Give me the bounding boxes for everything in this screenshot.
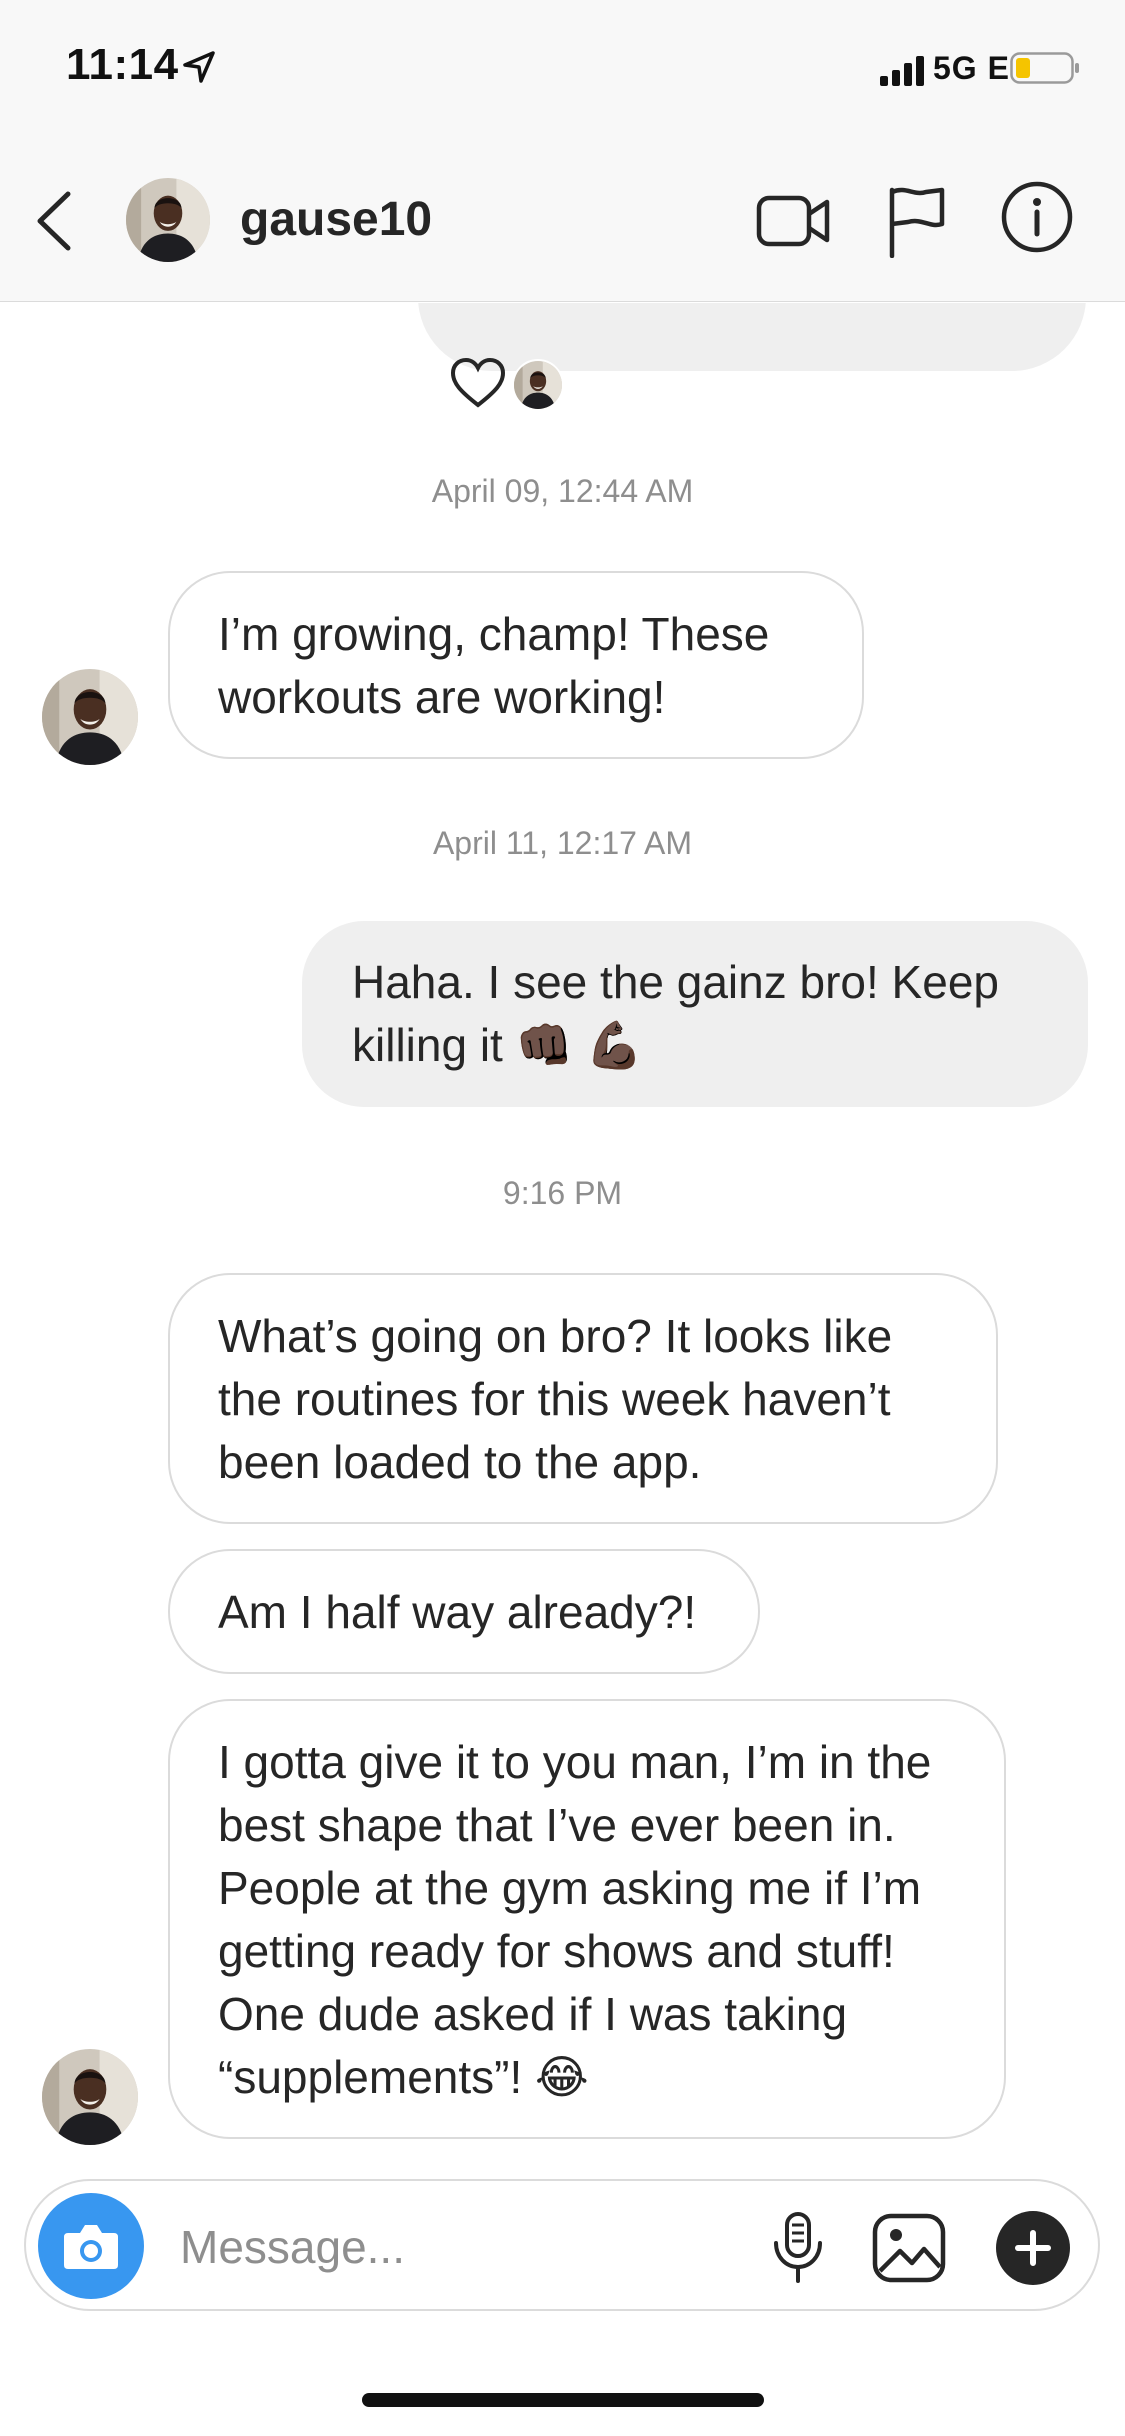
message-composer bbox=[24, 2179, 1100, 2311]
status-time: 11:14 bbox=[66, 40, 179, 89]
reaction-avatar bbox=[512, 359, 564, 411]
incoming-message[interactable]: Am I half way already?! bbox=[168, 1549, 760, 1674]
timestamp: 9:16 PM bbox=[502, 1175, 623, 1211]
flag-icon[interactable] bbox=[886, 184, 946, 258]
sender-avatar[interactable] bbox=[42, 669, 138, 765]
timestamp: April 09, 12:44 AM bbox=[431, 473, 694, 509]
plus-button[interactable] bbox=[996, 2211, 1070, 2285]
header-avatar[interactable] bbox=[126, 178, 210, 262]
status-bar: 11:14 5G E bbox=[0, 0, 1125, 140]
home-indicator[interactable] bbox=[362, 2393, 764, 2407]
heart-icon[interactable] bbox=[450, 357, 506, 409]
outgoing-message[interactable]: Haha. I see the gainz bro! Keep killing … bbox=[302, 921, 1088, 1107]
outgoing-message-partial[interactable] bbox=[418, 303, 1086, 371]
incoming-message[interactable]: What’s going on bro? It looks like the r… bbox=[168, 1273, 998, 1524]
battery-icon bbox=[1010, 52, 1079, 84]
info-icon[interactable] bbox=[1000, 180, 1074, 254]
timestamp: April 11, 12:17 AM bbox=[432, 825, 693, 861]
camera-button[interactable] bbox=[38, 2193, 144, 2299]
incoming-message[interactable]: I gotta give it to you man, I’m in the b… bbox=[168, 1699, 1006, 2139]
incoming-message[interactable]: I’m growing, champ! These workouts are w… bbox=[168, 571, 864, 759]
sender-avatar[interactable] bbox=[42, 2049, 138, 2145]
message-thread[interactable]: April 09, 12:44 AM I’m growing, champ! T… bbox=[0, 303, 1125, 2165]
gallery-icon[interactable] bbox=[872, 2213, 946, 2283]
microphone-icon[interactable] bbox=[768, 2211, 828, 2285]
chat-username[interactable]: gause10 bbox=[240, 192, 432, 247]
signal-bars-icon bbox=[880, 56, 924, 86]
location-arrow-icon bbox=[183, 51, 215, 83]
network-label: 5G E bbox=[933, 50, 1010, 86]
chat-header: gause10 bbox=[0, 140, 1125, 302]
message-input[interactable] bbox=[180, 2215, 740, 2279]
video-camera-icon[interactable] bbox=[756, 188, 830, 254]
camera-icon bbox=[64, 2225, 118, 2269]
back-chevron-icon[interactable] bbox=[30, 188, 76, 254]
plus-icon bbox=[1015, 2230, 1051, 2266]
